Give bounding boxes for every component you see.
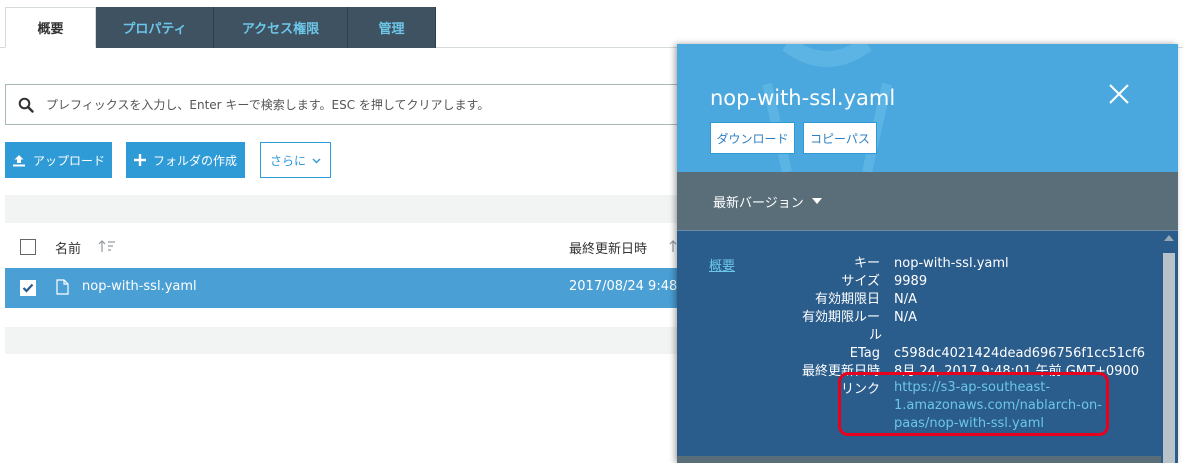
tab-management[interactable]: 管理 [348, 7, 436, 48]
more-actions-button[interactable]: さらに [260, 142, 331, 178]
search-box [5, 84, 695, 125]
file-icon [56, 279, 69, 299]
chevron-down-icon [312, 153, 321, 167]
key-label: キー [853, 256, 880, 271]
table-top-strip [5, 195, 695, 223]
column-header-name[interactable]: 名前 [55, 238, 81, 257]
sort-icon[interactable] [98, 239, 116, 257]
size-label: サイズ [841, 274, 880, 289]
tab-bar: 概要 プロパティ アクセス権限 管理 [0, 0, 1183, 48]
upload-icon [12, 154, 26, 167]
details-scrollbar[interactable] [1161, 231, 1177, 463]
tab-properties[interactable]: プロパティ [96, 7, 214, 48]
create-folder-label: フォルダの作成 [152, 153, 237, 168]
search-icon [18, 97, 34, 113]
s3-console: 概要 プロパティ アクセス権限 管理 アップロード フォルダの作成 [0, 0, 1183, 463]
tab-overview[interactable]: 概要 [5, 7, 96, 48]
file-name-link[interactable]: nop-with-ssl.yaml [82, 279, 197, 294]
tab-permissions[interactable]: アクセス権限 [214, 7, 348, 48]
highlight-annotation [838, 372, 1109, 436]
close-icon[interactable] [1107, 82, 1131, 106]
details-section: 概要 キー サイズ 有効期限日 有効期限ルー ル ETag 最終更新日時 リンク… [677, 230, 1178, 463]
more-actions-label: さらに [269, 153, 306, 168]
details-footer-strip [677, 456, 1161, 463]
object-detail-panel: nop-with-ssl.yaml ダウンロード コピーパス 最新バージョン 概… [677, 44, 1178, 463]
search-input[interactable] [46, 97, 646, 112]
download-button[interactable]: ダウンロード [710, 122, 795, 154]
sort-icon[interactable] [669, 239, 677, 257]
expiry-rule-label-wrap: ル [869, 328, 883, 343]
create-folder-button[interactable]: フォルダの作成 [126, 142, 245, 178]
etag-value: c598dc4021424dead696756f1cc51cf6 [894, 346, 1146, 361]
table-row[interactable]: nop-with-ssl.yaml 2017/08/24 9:48:0 [5, 268, 695, 308]
key-value: nop-with-ssl.yaml [894, 256, 1009, 271]
table-header-row: 名前 最終更新日時 [5, 228, 695, 266]
caret-down-icon [811, 198, 822, 204]
last-modified-cell: 2017/08/24 9:48:0 [569, 279, 690, 294]
panel-header: nop-with-ssl.yaml ダウンロード コピーパス [677, 44, 1178, 172]
expiry-value: N/A [894, 292, 917, 307]
row-checkbox[interactable] [20, 280, 36, 296]
scroll-up-icon[interactable] [1164, 235, 1174, 241]
table-bottom-strip [5, 327, 695, 354]
upload-button[interactable]: アップロード [5, 142, 112, 178]
version-selector[interactable]: 最新バージョン [677, 172, 1178, 230]
select-all-checkbox[interactable] [20, 239, 36, 255]
panel-title: nop-with-ssl.yaml [710, 86, 896, 110]
copy-path-button[interactable]: コピーパス [803, 122, 877, 154]
etag-label: ETag [849, 346, 880, 361]
upload-label: アップロード [32, 153, 105, 168]
scrollbar-thumb[interactable] [1163, 253, 1175, 463]
size-value: 9989 [894, 274, 928, 289]
expiry-rule-value: N/A [894, 310, 917, 325]
expiry-label: 有効期限日 [814, 292, 880, 307]
plus-icon [133, 154, 146, 166]
expiry-rule-label: 有効期限ルー [801, 310, 880, 325]
column-header-last-modified[interactable]: 最終更新日時 [569, 238, 647, 257]
version-label: 最新バージョン [713, 195, 804, 211]
